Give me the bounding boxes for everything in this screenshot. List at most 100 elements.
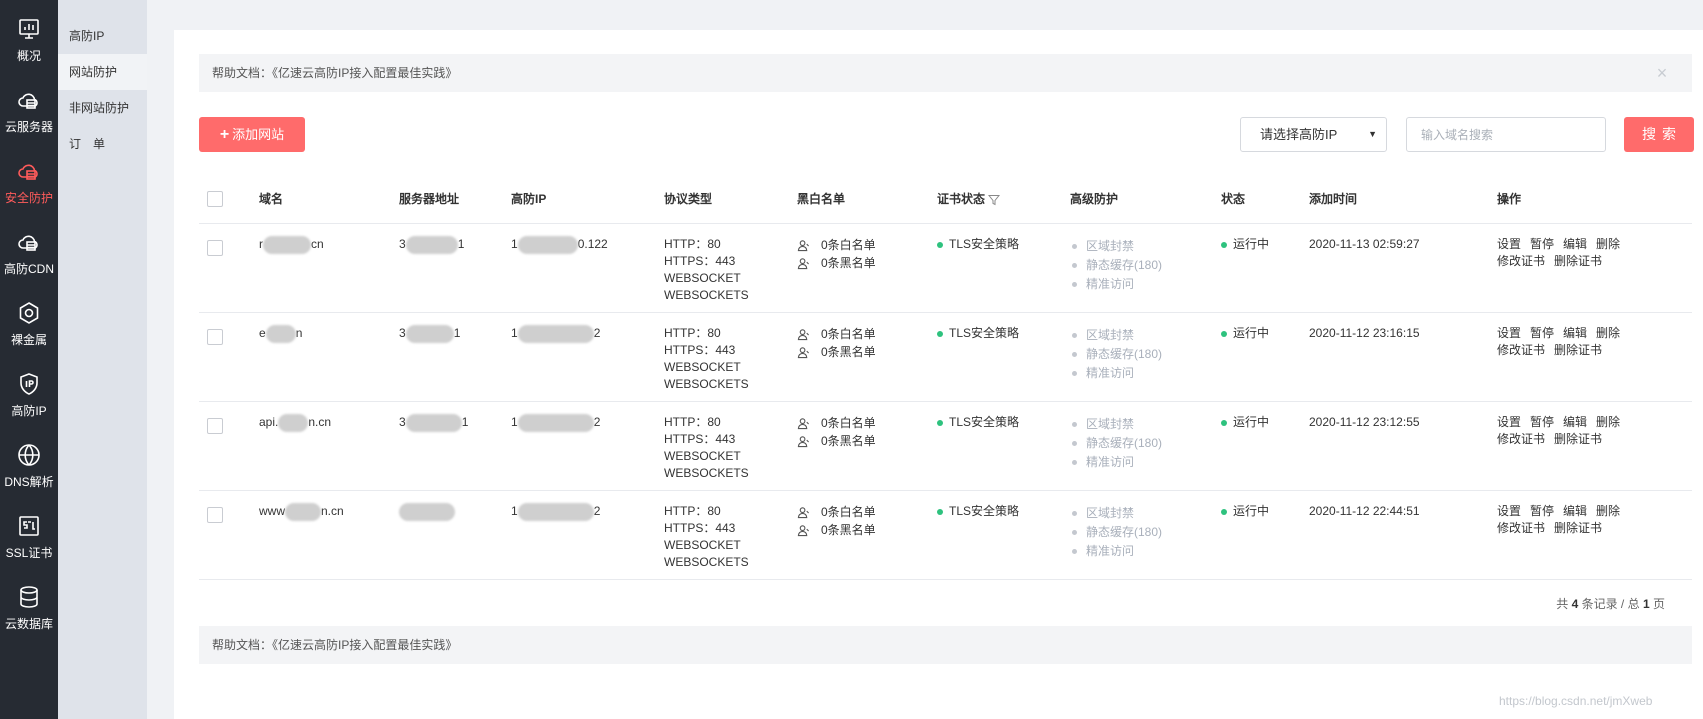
server-address-cell: 31 [399, 414, 468, 432]
action-link[interactable]: 暂停 [1530, 237, 1554, 251]
cert-action-link[interactable]: 修改证书 [1497, 343, 1545, 357]
anti-ddos-ip-cell: 1 0.122 [511, 236, 608, 254]
rail-item-security[interactable]: 安全防护 [0, 144, 58, 221]
server-address-cell [399, 503, 455, 521]
action-link[interactable]: 删除 [1596, 415, 1620, 429]
cert-action-link[interactable]: 删除证书 [1554, 521, 1602, 535]
action-link[interactable]: 编辑 [1563, 326, 1587, 340]
help-bar-top: 帮助文档：《亿速云高防IP接入配置最佳实践》 × [199, 54, 1692, 92]
cert-action-link[interactable]: 删除证书 [1554, 254, 1602, 268]
rail-label: 概况 [16, 49, 41, 63]
protocol-item: HTTPS：443 [664, 343, 736, 357]
rail-item-anti-ddos-ip[interactable]: 高防IP [0, 357, 58, 434]
domain-prefix: api. [259, 415, 279, 430]
help-bar-bottom: 帮助文档：《亿速云高防IP接入配置最佳实践》 [199, 626, 1692, 664]
whitelist-line[interactable]: 0条白名单 [797, 236, 876, 254]
action-link[interactable]: 暂停 [1530, 326, 1554, 340]
action-link[interactable]: 删除 [1596, 326, 1620, 340]
whitelist-count: 0条白名单 [821, 415, 876, 430]
action-link[interactable]: 暂停 [1530, 504, 1554, 518]
domain-cell[interactable]: api. n.cn [259, 414, 331, 432]
blacklist-line[interactable]: 0条黑名单 [797, 432, 876, 450]
action-link[interactable]: 删除 [1596, 504, 1620, 518]
action-link[interactable]: 设置 [1497, 237, 1521, 251]
filter-icon[interactable] [988, 194, 1001, 206]
domain-cell[interactable]: r cn [259, 236, 324, 254]
select-all-checkbox[interactable] [207, 191, 223, 207]
table-row: www n.cn 1 2 HTTP：80 HTTPS：443 WEBSOCKET WEBSOC… [199, 491, 1692, 580]
redacted-blur [399, 503, 455, 521]
action-link[interactable]: 设置 [1497, 504, 1521, 518]
cert-policy: TLS安全策略 [949, 326, 1020, 340]
rail-item-bare-metal[interactable]: 裸金属 [0, 286, 58, 363]
redacted-blur [517, 236, 578, 254]
ip-prefix: 1 [511, 504, 518, 519]
whitelist-line[interactable]: 0条白名单 [797, 503, 876, 521]
actions-cell: 设置 暂停 编辑 删除修改证书 删除证书 [1497, 414, 1629, 448]
domain-suffix: cn [311, 237, 324, 252]
cert-action-link[interactable]: 修改证书 [1497, 432, 1545, 446]
user-list-icon [797, 257, 810, 269]
blacklist-line[interactable]: 0条黑名单 [797, 254, 876, 272]
rail-item-overview[interactable]: 概况 [0, 2, 58, 79]
website-table: 域名 服务器地址 高防IP 协议类型 黑白名单 证书状态 高级防护 状态 添加时… [199, 175, 1692, 580]
cert-action-link[interactable]: 修改证书 [1497, 521, 1545, 535]
row-checkbox[interactable] [207, 507, 223, 523]
blacklist-line[interactable]: 0条黑名单 [797, 521, 876, 539]
action-link[interactable]: 编辑 [1563, 504, 1587, 518]
close-icon[interactable]: × [1654, 54, 1670, 92]
rail-item-cloud-server[interactable]: 云服务器 [0, 73, 58, 150]
redacted-blur [517, 503, 594, 521]
domain-cell[interactable]: www n.cn [259, 503, 344, 521]
status-dot [1221, 241, 1227, 248]
status-dot [937, 508, 943, 515]
rail-item-ssl[interactable]: SSL证书 [0, 499, 58, 576]
protocol-item: HTTP：80 [664, 237, 721, 251]
action-link[interactable]: 暂停 [1530, 415, 1554, 429]
added-time-cell: 2020-11-12 23:16:15 [1309, 326, 1420, 340]
add-website-button[interactable]: + 添加网站 [199, 117, 305, 152]
action-link[interactable]: 删除 [1596, 237, 1620, 251]
advanced-item-label: 静态缓存(180) [1086, 436, 1163, 450]
rail-item-dns[interactable]: DNS解析 [0, 428, 58, 505]
status-text: 运行中 [1233, 415, 1270, 429]
domain-cell[interactable]: en [259, 325, 302, 343]
redacted-blur [278, 414, 309, 432]
action-link[interactable]: 编辑 [1563, 237, 1587, 251]
rail-item-database[interactable]: 云数据库 [0, 570, 58, 647]
row-checkbox[interactable] [207, 418, 223, 434]
cert-action-link[interactable]: 删除证书 [1554, 343, 1602, 357]
sub-item-website-protection[interactable]: 网站防护 [58, 54, 147, 90]
search-button[interactable]: 搜索 [1624, 117, 1694, 152]
whitelist-line[interactable]: 0条白名单 [797, 325, 876, 343]
advanced-item-label: 区域封禁 [1086, 417, 1135, 431]
row-checkbox[interactable] [207, 329, 223, 345]
action-link[interactable]: 设置 [1497, 415, 1521, 429]
domain-search-input[interactable] [1406, 117, 1606, 152]
cert-action-link[interactable]: 删除证书 [1554, 432, 1602, 446]
actions-line: 设置 暂停 编辑 删除 [1497, 503, 1629, 520]
col-anti-ddos-ip: 高防IP [511, 192, 547, 206]
action-link[interactable]: 设置 [1497, 326, 1521, 340]
cert-action-link[interactable]: 修改证书 [1497, 254, 1545, 268]
help-link[interactable]: 帮助文档：《亿速云高防IP接入配置最佳实践》 [212, 638, 457, 652]
black-white-list-cell: 0条白名单 0条黑名单 [797, 414, 876, 450]
col-actions: 操作 [1497, 192, 1522, 206]
advanced-item-label: 静态缓存(180) [1086, 525, 1163, 539]
sub-item-orders[interactable]: 订 单 [58, 126, 147, 162]
anti-ddos-ip-select[interactable]: 请选择高防IP ▼ [1240, 117, 1387, 152]
blacklist-line[interactable]: 0条黑名单 [797, 343, 876, 361]
action-link[interactable]: 编辑 [1563, 415, 1587, 429]
sub-item-non-website-protection[interactable]: 非网站防护 [58, 90, 147, 126]
whitelist-line[interactable]: 0条白名单 [797, 414, 876, 432]
advanced-item-label: 区域封禁 [1086, 239, 1135, 253]
monitor-icon [19, 19, 39, 39]
actions-line: 修改证书 删除证书 [1497, 431, 1629, 448]
added-time-cell: 2020-11-13 02:59:27 [1309, 237, 1420, 251]
row-checkbox[interactable] [207, 240, 223, 256]
rail-item-cdn[interactable]: 高防CDN [0, 215, 58, 292]
sub-item-anti-ddos-ip[interactable]: 高防IP [58, 18, 147, 54]
pagination-summary: 共 4 条记录 / 总 1 页 [1556, 595, 1665, 612]
server-address-cell: 31 [399, 325, 460, 343]
help-link[interactable]: 帮助文档：《亿速云高防IP接入配置最佳实践》 [212, 66, 457, 80]
